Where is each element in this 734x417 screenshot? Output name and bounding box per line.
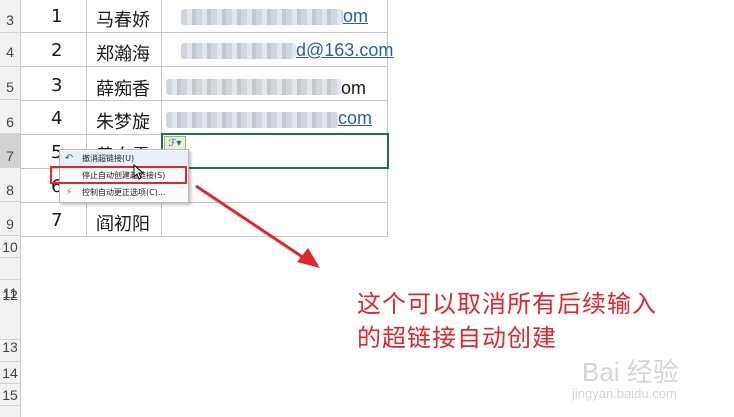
watermark-url: jingyan.baidu.com [572,386,677,401]
annotation-line-2: 的超链接自动创建 [357,324,557,352]
watermark-logo: Bai 经验 [582,357,679,387]
annotation-line-1: 这个可以取消所有后续输入 [357,290,657,318]
